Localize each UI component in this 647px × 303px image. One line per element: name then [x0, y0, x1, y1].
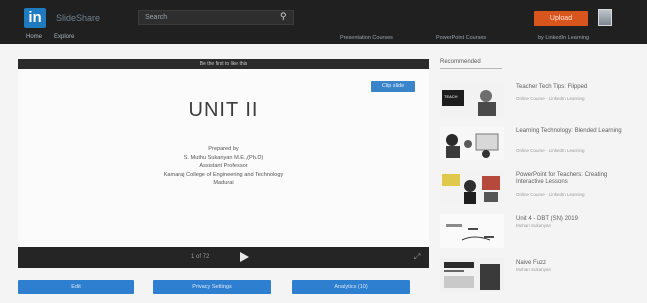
- item-subtitle: Mohan Sukanyan: [516, 267, 552, 272]
- item-title[interactable]: Unit 4 - DBT (SN) 2019: [516, 216, 636, 223]
- upload-button[interactable]: Upload: [534, 11, 588, 26]
- thumbnail[interactable]: [440, 214, 504, 248]
- slide-title: UNIT II: [188, 99, 259, 121]
- list-item[interactable]: Unit 4 - DBT (SN) 2019 Mohan Sukanyan: [440, 214, 640, 248]
- slide-credits: Prepared by S. Muthu Sukanyan M.E.,(Ph.D…: [18, 145, 429, 188]
- thumbnail[interactable]: [440, 126, 504, 160]
- credit-line: Prepared by: [208, 146, 239, 152]
- list-item[interactable]: PowerPoint for Teachers: Creating Intera…: [440, 170, 640, 204]
- nav-explore-link[interactable]: Explore: [54, 34, 74, 40]
- credit-line: S. Muthu Sukanyan M.E.,(Ph.D): [183, 154, 264, 161]
- clip-slide-button[interactable]: Clip slide: [371, 81, 415, 92]
- item-subtitle: Mohan Sukanyan: [516, 223, 552, 228]
- page-indicator: 1 of 72: [191, 254, 210, 260]
- credit-line: Kamaraj College of Engineering and Techn…: [163, 171, 284, 178]
- list-item[interactable]: TEACH Teacher Tech Tips: Flipped Online …: [440, 82, 640, 116]
- edit-button[interactable]: Edit: [18, 280, 134, 294]
- list-item[interactable]: Naive Fuzz Mohan Sukanyan: [440, 258, 640, 292]
- thumbnail[interactable]: [440, 170, 504, 204]
- item-subtitle: Online Course · LinkedIn Learning: [516, 192, 585, 197]
- linkedin-learning-link[interactable]: by LinkedIn Learning: [538, 35, 589, 41]
- search-icon[interactable]: ⚲: [280, 12, 289, 21]
- like-notice-bar: Be the first to like this: [18, 59, 429, 69]
- top-navigation-bar: in SlideShare Search ⚲ Upload Home Explo…: [0, 0, 647, 44]
- nav-home-link[interactable]: Home: [26, 34, 42, 40]
- thumbnail[interactable]: TEACH: [440, 82, 504, 116]
- privacy-settings-button[interactable]: Privacy Settings: [153, 280, 271, 294]
- item-title[interactable]: Naive Fuzz: [516, 260, 636, 267]
- heading-underline: [440, 68, 502, 69]
- player-controls: 1 of 72 ⤢: [18, 247, 429, 268]
- search-placeholder: Search: [145, 14, 168, 21]
- thumbnail[interactable]: [440, 258, 504, 292]
- powerpoint-courses-link[interactable]: PowerPoint Courses: [436, 35, 486, 41]
- play-icon[interactable]: [240, 252, 249, 262]
- slide-viewer[interactable]: Clip slide UNIT II Prepared by S. Muthu …: [18, 69, 429, 247]
- credit-line: Assistant Professor: [199, 163, 248, 170]
- item-subtitle: Online Course · LinkedIn Learning: [516, 148, 585, 153]
- linkedin-logo-icon[interactable]: in: [24, 8, 46, 28]
- svg-text:TEACH: TEACH: [444, 94, 458, 99]
- recommended-heading: Recommended: [440, 59, 481, 65]
- analytics-button[interactable]: Analytics (10): [292, 280, 410, 294]
- brand-name[interactable]: SlideShare: [56, 13, 100, 23]
- search-input[interactable]: Search ⚲: [138, 10, 294, 25]
- avatar[interactable]: [598, 9, 612, 26]
- item-title[interactable]: PowerPoint for Teachers: Creating Intera…: [516, 172, 636, 186]
- item-title[interactable]: Learning Technology: Blended Learning: [516, 128, 636, 135]
- fullscreen-icon[interactable]: ⤢: [414, 253, 420, 261]
- item-subtitle: Online Course · LinkedIn Learning: [516, 96, 585, 101]
- list-item[interactable]: Learning Technology: Blended Learning On…: [440, 126, 640, 160]
- credit-line: Madurai: [213, 180, 234, 187]
- presentation-courses-link[interactable]: Presentation Courses: [340, 35, 393, 41]
- item-title[interactable]: Teacher Tech Tips: Flipped: [516, 84, 636, 91]
